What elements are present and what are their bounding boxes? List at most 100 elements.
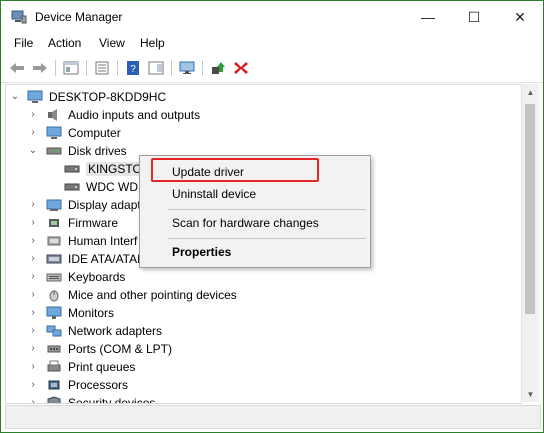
properties-menu-item[interactable]: Properties: [140, 241, 370, 263]
category-item[interactable]: › Security devices: [6, 394, 522, 404]
properties-button[interactable]: [93, 59, 111, 77]
svg-text:?: ?: [130, 64, 136, 75]
menu-help[interactable]: Help: [140, 36, 165, 50]
chevron-right-icon[interactable]: ›: [28, 289, 38, 300]
uninstall-device-label: Uninstall device: [172, 187, 257, 201]
maximize-icon: ☐: [467, 8, 481, 25]
scroll-up-icon[interactable]: ▲: [522, 84, 539, 100]
category-item[interactable]: › Keyboards: [6, 268, 522, 286]
uninstall-device-menu-item[interactable]: Uninstall device: [140, 183, 370, 205]
drive-icon: [64, 180, 80, 194]
chevron-right-icon[interactable]: ›: [28, 307, 38, 318]
category-item[interactable]: › Audio inputs and outputs: [6, 106, 522, 124]
help-button[interactable]: ?: [124, 59, 142, 77]
display-icon: [46, 198, 62, 212]
toolbar-separator: [202, 60, 203, 76]
device-manager-icon: [11, 10, 27, 24]
ide-icon: [46, 252, 62, 266]
menu-file[interactable]: File: [14, 36, 33, 50]
back-button[interactable]: [8, 59, 26, 77]
close-icon: ✕: [514, 8, 526, 25]
chevron-right-icon[interactable]: ›: [28, 361, 38, 372]
toolbar-separator: [55, 60, 56, 76]
computer-icon: [27, 90, 43, 104]
tree-item-label: Print queues: [68, 360, 136, 374]
chevron-down-icon[interactable]: ⌄: [10, 91, 20, 102]
mouse-icon: [46, 288, 62, 302]
chevron-right-icon[interactable]: ›: [28, 217, 38, 228]
chevron-right-icon[interactable]: ›: [28, 379, 38, 390]
chevron-right-icon[interactable]: ›: [28, 199, 38, 210]
tree-item-label: WDC WD: [86, 180, 138, 194]
monitor-scan-icon: [179, 61, 195, 74]
back-arrow-icon: [10, 63, 24, 73]
title-bar: Device Manager — ☐ ✕: [1, 1, 543, 33]
maximize-button[interactable]: ☐: [451, 1, 497, 33]
chevron-right-icon[interactable]: ›: [28, 271, 38, 282]
category-item[interactable]: › Monitors: [6, 304, 522, 322]
chevron-right-icon[interactable]: ›: [28, 343, 38, 354]
action-pane-button[interactable]: [147, 59, 165, 77]
help-icon: ?: [127, 61, 139, 75]
tree-item-label: Ports (COM & LPT): [68, 342, 173, 356]
tree-item-label: Processors: [68, 378, 129, 392]
security-icon: [46, 396, 62, 403]
category-item[interactable]: › Ports (COM & LPT): [6, 340, 522, 358]
update-driver-icon: [212, 62, 225, 74]
category-item[interactable]: › Print queues: [6, 358, 522, 376]
disk-icon: [46, 144, 62, 158]
chevron-right-icon[interactable]: ›: [28, 235, 38, 246]
tree-root-label: DESKTOP-8KDD9HC: [49, 90, 167, 104]
toolbar-separator: [86, 60, 87, 76]
tree-item-label: Human Interf: [68, 234, 138, 248]
menu-view[interactable]: View: [99, 36, 125, 50]
scroll-down-icon[interactable]: ▼: [522, 386, 539, 402]
category-item[interactable]: › Mice and other pointing devices: [6, 286, 522, 304]
window-title: Device Manager: [35, 10, 123, 24]
chevron-right-icon[interactable]: ›: [28, 253, 38, 264]
tree-item-label: Computer: [68, 126, 121, 140]
tree-item-label: Display adapt: [68, 198, 141, 212]
network-icon: [46, 324, 62, 338]
scan-hardware-label: Scan for hardware changes: [172, 216, 319, 230]
speaker-icon: [46, 108, 62, 122]
computer-icon: [46, 126, 62, 140]
category-item[interactable]: › Processors: [6, 376, 522, 394]
scan-hardware-menu-item[interactable]: Scan for hardware changes: [140, 212, 370, 234]
vertical-scrollbar[interactable]: ▲ ▼: [521, 84, 539, 402]
properties-label: Properties: [172, 245, 232, 259]
highlight-box: [151, 158, 319, 182]
tree-root[interactable]: ⌄ DESKTOP-8KDD9HC: [6, 88, 522, 106]
close-button[interactable]: ✕: [497, 1, 543, 33]
minimize-icon: —: [421, 9, 435, 25]
tree-item-label: Audio inputs and outputs: [68, 108, 201, 122]
chevron-right-icon[interactable]: ›: [28, 325, 38, 336]
scroll-thumb[interactable]: [525, 104, 535, 314]
chevron-right-icon[interactable]: ›: [28, 109, 38, 120]
tree-item-label: IDE ATA/ATAP: [68, 252, 146, 266]
toolbar: ?: [1, 54, 543, 83]
tree-item-label: Firmware: [68, 216, 118, 230]
category-item[interactable]: › Computer: [6, 124, 522, 142]
tree-item-label: Mice and other pointing devices: [68, 288, 237, 302]
monitor-icon: [46, 306, 62, 320]
cpu-icon: [46, 378, 62, 392]
chevron-right-icon[interactable]: ›: [28, 397, 38, 404]
console-tree-icon: [63, 61, 79, 75]
update-driver-button[interactable]: [209, 59, 227, 77]
tree-item-label: Network adapters: [68, 324, 163, 338]
drive-icon: [64, 162, 80, 176]
minimize-button[interactable]: —: [405, 1, 451, 33]
menu-action[interactable]: Action: [48, 36, 81, 50]
category-item[interactable]: › Network adapters: [6, 322, 522, 340]
uninstall-device-button[interactable]: [232, 59, 250, 77]
menu-separator: [168, 238, 366, 239]
keyboard-icon: [46, 270, 62, 284]
chevron-right-icon[interactable]: ›: [28, 127, 38, 138]
scan-hardware-button[interactable]: [178, 59, 196, 77]
toolbar-separator: [171, 60, 172, 76]
show-hide-console-button[interactable]: [62, 59, 80, 77]
forward-button[interactable]: [31, 59, 49, 77]
chevron-down-icon[interactable]: ⌄: [28, 145, 38, 156]
tree-item-label: Monitors: [68, 306, 115, 320]
